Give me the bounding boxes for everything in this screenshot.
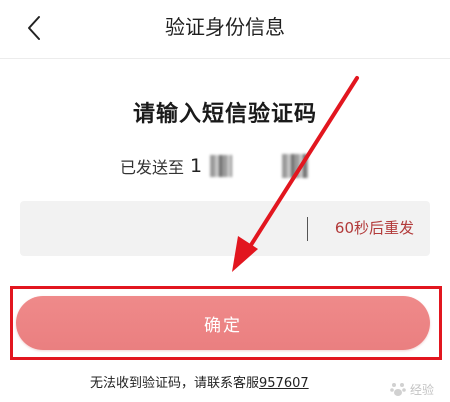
nav-bar: 验证身份信息 [0,0,450,59]
phone-number-redacted-1 [210,155,233,177]
contact-support-line: 无法收到验证码，请联系客服957607 [90,372,309,391]
watermark: 经验 [389,380,434,398]
phone-number-visible: 1 [190,155,203,177]
sms-code-headline: 请输入短信验证码 [132,102,317,127]
page-title: 验证身份信息 [165,15,285,39]
back-button[interactable] [14,8,54,48]
verify-identity-page: 验证身份信息 请输入短信验证码 已发送至 1 60秒后重发 确定 无法收到验证码… [0,0,450,402]
contact-support-text: 无法收到验证码，请联系客服 [90,376,260,391]
sms-code-field: 60秒后重发 [20,201,430,256]
watermark-text: 经验 [409,382,434,397]
sms-code-input[interactable] [20,201,300,256]
paw-logo-icon [390,383,406,396]
input-divider [307,217,308,241]
resend-countdown-button[interactable]: 60秒后重发 [335,201,414,256]
sent-to-line: 已发送至 1 [120,152,309,180]
chevron-left-icon [28,16,40,40]
highlight-box-annotation [10,286,442,360]
phone-number-redacted-2 [282,154,309,178]
sent-to-label: 已发送至 [120,158,185,177]
service-number-link[interactable]: 957607 [259,376,309,391]
